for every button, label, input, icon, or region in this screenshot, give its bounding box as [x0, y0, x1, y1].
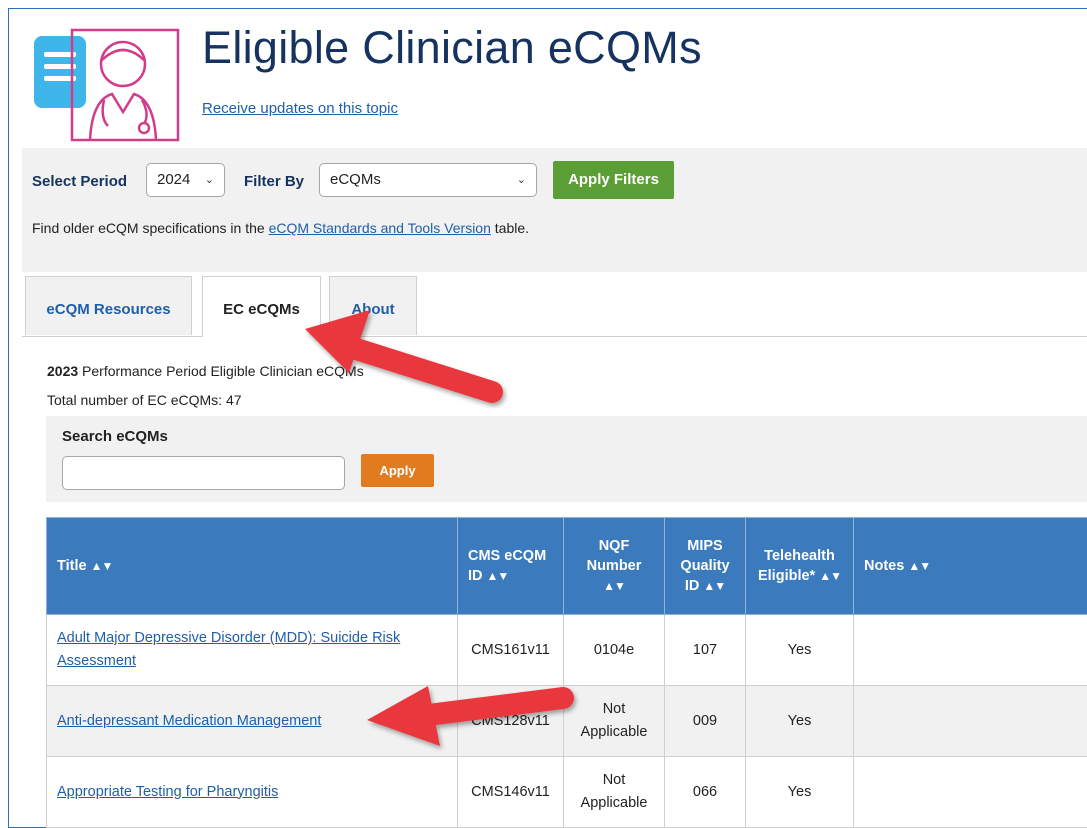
row-title-cell: Adult Major Depressive Disorder (MDD): S…	[47, 615, 458, 686]
nqf-cell: 0104e	[564, 615, 665, 686]
tab-ecqm-resources[interactable]: eCQM Resources	[25, 276, 192, 335]
search-label: Search eCQMs	[62, 428, 168, 445]
performance-period-heading: 2023 Performance Period Eligible Clinici…	[47, 363, 364, 379]
search-panel: Search eCQMs Apply	[46, 416, 1087, 502]
apply-filters-button[interactable]: Apply Filters	[553, 161, 674, 199]
sort-icon: ▲▼	[487, 569, 509, 583]
nqf-cell: Not Applicable	[564, 757, 665, 828]
sort-icon: ▲▼	[91, 559, 113, 573]
page-title: Eligible Clinician eCQMs	[202, 22, 702, 74]
measure-title-link[interactable]: Anti-depressant Medication Management	[57, 713, 321, 729]
ecqm-table: Title ▲▼ CMS eCQM ID ▲▼ NQF Number ▲▼ MI…	[46, 517, 1087, 828]
mips-cell: 066	[665, 757, 746, 828]
col-mips[interactable]: MIPS Quality ID ▲▼	[665, 518, 746, 615]
older-specs-note: Find older eCQM specifications in the eC…	[32, 220, 529, 236]
col-notes-label: Notes	[864, 558, 904, 574]
performance-year: 2023	[47, 363, 78, 379]
note-suffix: table.	[491, 220, 529, 236]
col-notes[interactable]: Notes ▲▼	[854, 518, 1087, 615]
receive-updates-link[interactable]: Receive updates on this topic	[202, 100, 398, 117]
measure-title-link[interactable]: Adult Major Depressive Disorder (MDD): S…	[57, 630, 400, 669]
table-row: Anti-depressant Medication Management CM…	[47, 686, 1087, 757]
search-input[interactable]	[62, 456, 345, 490]
nqf-cell: Not Applicable	[564, 686, 665, 757]
sort-icon: ▲▼	[819, 569, 841, 583]
sort-icon: ▲▼	[908, 559, 930, 573]
search-apply-button[interactable]: Apply	[361, 454, 434, 487]
tab-bar: eCQM Resources EC eCQMs About	[22, 276, 1087, 337]
col-title-label: Title	[57, 558, 87, 574]
chevron-down-icon: ⌄	[517, 164, 526, 196]
period-select[interactable]: 2024 ⌄	[146, 163, 225, 197]
notes-cell	[854, 686, 1087, 757]
performance-period-text: Performance Period Eligible Clinician eC…	[78, 363, 364, 379]
telehealth-cell: Yes	[746, 615, 854, 686]
cms-id-cell: CMS128v11	[458, 686, 564, 757]
cms-id-cell: CMS161v11	[458, 615, 564, 686]
mips-cell: 107	[665, 615, 746, 686]
mips-cell: 009	[665, 686, 746, 757]
table-header-row: Title ▲▼ CMS eCQM ID ▲▼ NQF Number ▲▼ MI…	[47, 518, 1087, 615]
row-title-cell: Appropriate Testing for Pharyngitis	[47, 757, 458, 828]
telehealth-cell: Yes	[746, 686, 854, 757]
select-period-label: Select Period	[32, 173, 127, 190]
table-row: Appropriate Testing for Pharyngitis CMS1…	[47, 757, 1087, 828]
row-title-cell: Anti-depressant Medication Management	[47, 686, 458, 757]
filter-by-select-value: eCQMs	[330, 171, 381, 188]
sort-icon: ▲▼	[603, 579, 625, 593]
total-count: Total number of EC eCQMs: 47	[47, 392, 242, 408]
telehealth-cell: Yes	[746, 757, 854, 828]
tab-about[interactable]: About	[329, 276, 417, 335]
standards-tools-version-link[interactable]: eCQM Standards and Tools Version	[269, 220, 491, 236]
note-prefix: Find older eCQM specifications in the	[32, 220, 269, 236]
notes-cell	[854, 757, 1087, 828]
col-title[interactable]: Title ▲▼	[47, 518, 458, 615]
measure-title-link[interactable]: Appropriate Testing for Pharyngitis	[57, 784, 278, 800]
filter-by-select[interactable]: eCQMs ⌄	[319, 163, 537, 197]
clinician-document-icon	[32, 22, 182, 142]
page-header: Eligible Clinician eCQMs Receive updates…	[22, 8, 1087, 144]
filter-by-label: Filter By	[244, 173, 304, 190]
cms-id-cell: CMS146v11	[458, 757, 564, 828]
chevron-down-icon: ⌄	[205, 164, 214, 196]
col-nqf[interactable]: NQF Number ▲▼	[564, 518, 665, 615]
col-telehealth[interactable]: Telehealth Eligible* ▲▼	[746, 518, 854, 615]
filter-bar: Select Period 2024 ⌄ Filter By eCQMs ⌄ A…	[22, 148, 1087, 272]
col-nqf-label: NQF Number	[587, 538, 642, 574]
tab-ec-ecqms[interactable]: EC eCQMs	[202, 276, 321, 337]
page-content: Eligible Clinician eCQMs Receive updates…	[22, 8, 1087, 144]
notes-cell	[854, 615, 1087, 686]
col-cms-id[interactable]: CMS eCQM ID ▲▼	[458, 518, 564, 615]
period-select-value: 2024	[157, 171, 190, 188]
sort-icon: ▲▼	[703, 579, 725, 593]
table-row: Adult Major Depressive Disorder (MDD): S…	[47, 615, 1087, 686]
